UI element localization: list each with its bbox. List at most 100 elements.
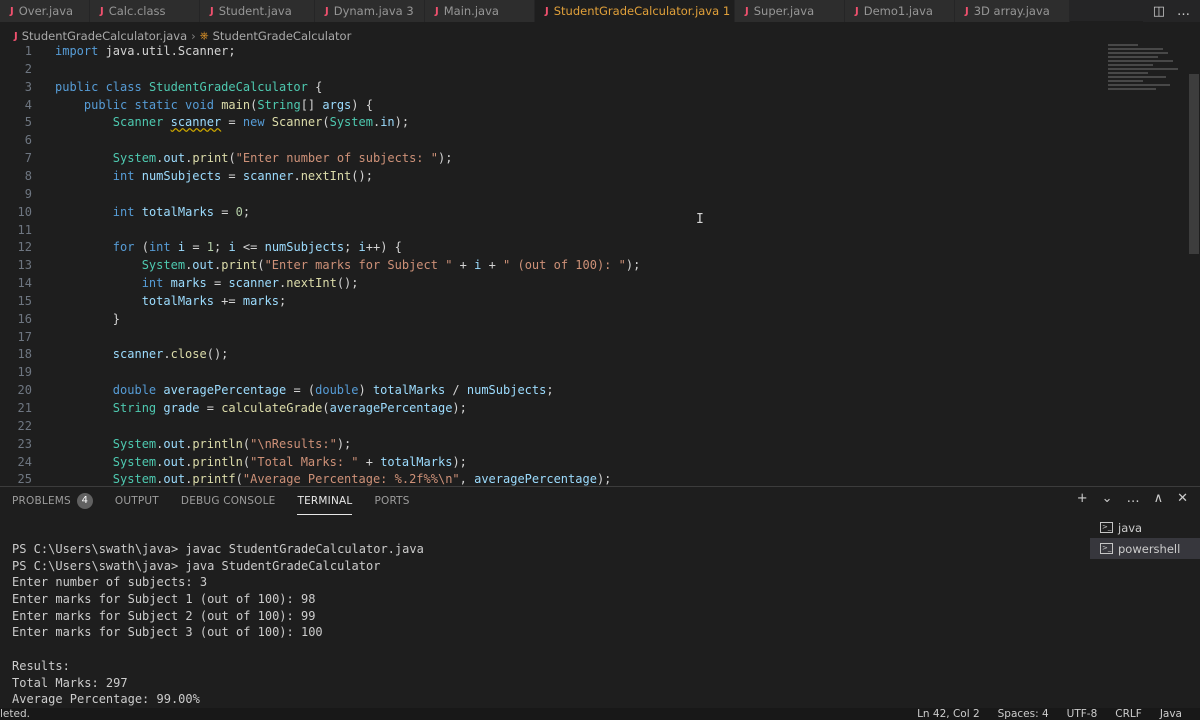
panel-tab-terminal[interactable]: TERMINAL (297, 487, 353, 515)
breadcrumb-symbol[interactable]: StudentGradeCalculator (213, 29, 352, 43)
scrollbar-thumb[interactable] (1189, 74, 1199, 254)
editor-vertical-scrollbar[interactable] (1188, 44, 1200, 486)
code-line[interactable]: 21 String grade = calculateGrade(average… (0, 399, 1100, 417)
line-number: 14 (17, 276, 32, 291)
terminal-instance-label: powershell (1118, 541, 1181, 556)
editor-tab-bar: J Over.java J Calc.class J Student.java J Dynam… (0, 0, 1200, 22)
code-text: import java.util.Scanner; (55, 44, 236, 58)
tab-label: Demo1.java (863, 4, 933, 18)
code-text: Scanner scanner = new Scanner(System.in)… (112, 115, 410, 130)
more-actions-icon[interactable]: … (1177, 4, 1190, 19)
code-line[interactable]: 6 (0, 131, 1100, 149)
code-line[interactable]: 1 import java.util.Scanner; (0, 42, 1100, 60)
tab-label: Over.java (18, 4, 74, 18)
terminal-instance-java[interactable]: >_ java (1090, 517, 1200, 538)
close-panel-icon[interactable]: ✕ (1177, 491, 1188, 506)
status-indentation[interactable]: Spaces: 4 (998, 708, 1049, 720)
line-number: 5 (24, 115, 32, 130)
code-line[interactable]: 23 System.out.println("\nResults:"); (0, 435, 1100, 453)
status-encoding[interactable]: UTF-8 (1067, 708, 1098, 720)
terminal-output[interactable]: PS C:\Users\swath\java> javac StudentGra… (12, 541, 1082, 709)
terminal-line: Enter number of subjects: 3 (12, 575, 208, 590)
editor-tab[interactable]: J Over.java (0, 0, 90, 22)
panel-tab-label: TERMINAL (297, 494, 353, 507)
tab-label: Calc.class (108, 4, 166, 18)
code-line[interactable]: 14 int marks = scanner.nextInt(); (0, 274, 1100, 292)
java-file-icon: J (545, 5, 549, 17)
maximize-panel-icon[interactable]: ∧ (1154, 491, 1164, 506)
code-line[interactable]: 24 System.out.println("Total Marks: " + … (0, 453, 1100, 471)
terminal-icon: >_ (1100, 543, 1113, 554)
code-line[interactable]: 9 (0, 185, 1100, 203)
java-file-icon: J (210, 5, 214, 17)
code-text: scanner.close(); (112, 347, 229, 362)
terminal-instance-label: java (1118, 520, 1143, 535)
status-eol[interactable]: CRLF (1115, 708, 1142, 720)
line-number: 18 (17, 347, 32, 362)
panel-tab-debug-console[interactable]: DEBUG CONSOLE (181, 487, 276, 515)
editor-tab[interactable]: J Dynam.java 3 (315, 0, 425, 22)
tab-label: 3D array.java (973, 4, 1050, 18)
code-line[interactable]: 25 System.out.printf("Average Percentage… (0, 470, 1100, 486)
new-terminal-icon[interactable]: + (1077, 491, 1088, 506)
code-line[interactable]: 11 (0, 221, 1100, 239)
editor-tab[interactable]: JStudentGradeCalculator.java 1✕ (535, 0, 735, 22)
line-number: 4 (24, 97, 32, 112)
terminal-icon: >_ (1100, 522, 1113, 533)
terminal-instance-powershell[interactable]: >_ powershell (1090, 538, 1200, 559)
line-number: 23 (17, 436, 32, 451)
editor-tab[interactable]: J Calc.class (90, 0, 200, 22)
terminal-line: Total Marks: 297 (12, 675, 128, 690)
code-line[interactable]: 22 (0, 417, 1100, 435)
line-number: 12 (17, 240, 32, 255)
terminal-line: PS C:\Users\swath\java> java StudentGrad… (12, 558, 381, 573)
code-line[interactable]: 2 (0, 60, 1100, 78)
code-line[interactable]: 17 (0, 328, 1100, 346)
status-bar: leted. Ln 42, Col 2 Spaces: 4 UTF-8 CRLF… (0, 708, 1200, 720)
editor-tab[interactable]: J Main.java (425, 0, 535, 22)
java-file-icon: J (14, 30, 18, 42)
code-line[interactable]: 8 int numSubjects = scanner.nextInt(); (0, 167, 1100, 185)
tab-label: Super.java (753, 4, 815, 18)
terminal-line: Enter marks for Subject 2 (out of 100): … (12, 608, 316, 623)
panel-tab-problems[interactable]: PROBLEMS 4 (12, 487, 93, 515)
code-line[interactable]: 7 System.out.print("Enter number of subj… (0, 149, 1100, 167)
line-number: 17 (17, 329, 32, 344)
code-line[interactable]: 5 Scanner scanner = new Scanner(System.i… (0, 113, 1100, 131)
split-editor-icon[interactable]: ◫ (1153, 4, 1165, 19)
code-line[interactable]: 3 public class StudentGradeCalculator { (0, 78, 1100, 96)
code-line[interactable]: 20 double averagePercentage = (double) t… (0, 381, 1100, 399)
java-file-icon: J (745, 5, 749, 17)
java-file-icon: J (435, 5, 439, 17)
breadcrumb-file[interactable]: StudentGradeCalculator.java (22, 29, 187, 43)
code-line[interactable]: 15 totalMarks += marks; (0, 292, 1100, 310)
code-line[interactable]: 19 (0, 363, 1100, 381)
line-number: 24 (17, 454, 32, 469)
tab-label: Dynam.java 3 (333, 4, 414, 18)
editor-tab[interactable]: J Student.java (200, 0, 315, 22)
terminal-dropdown-icon[interactable]: ⌄ (1102, 491, 1113, 506)
editor-tab[interactable]: J Demo1.java (845, 0, 955, 22)
editor-tab[interactable]: J Super.java (735, 0, 845, 22)
code-editor[interactable]: 1 import java.util.Scanner; 2 3 public class… (0, 40, 1200, 486)
line-number: 20 (17, 383, 32, 398)
code-line[interactable]: 10 int totalMarks = 0; (0, 203, 1100, 221)
terminal-line: Results: (12, 658, 70, 673)
terminal-instance-list: >_ java >_ powershell (1090, 517, 1200, 559)
panel-tab-output[interactable]: OUTPUT (115, 487, 159, 515)
status-language[interactable]: Java (1160, 708, 1182, 720)
status-line-col[interactable]: Ln 42, Col 2 (917, 708, 980, 720)
code-line[interactable]: 18 scanner.close(); (0, 345, 1100, 363)
code-line[interactable]: 13 System.out.print("Enter marks for Sub… (0, 256, 1100, 274)
terminal-line: Enter marks for Subject 3 (out of 100): … (12, 625, 323, 640)
code-line[interactable]: 4 public static void main(String[] args)… (0, 96, 1100, 114)
code-line[interactable]: 12 for (int i = 1; i <= numSubjects; i++… (0, 238, 1100, 256)
more-actions-icon[interactable]: … (1127, 491, 1140, 506)
panel-tab-ports[interactable]: PORTS (374, 487, 409, 515)
editor-tab[interactable]: J 3D array.java (955, 0, 1070, 22)
panel-actions: + ⌄ … ∧ ✕ (1077, 491, 1188, 506)
minimap[interactable] (1108, 44, 1188, 114)
code-line[interactable]: 16 } (0, 310, 1100, 328)
panel-tab-bar: PROBLEMS 4 OUTPUT DEBUG CONSOLE TERMINAL PORT… (0, 487, 410, 515)
